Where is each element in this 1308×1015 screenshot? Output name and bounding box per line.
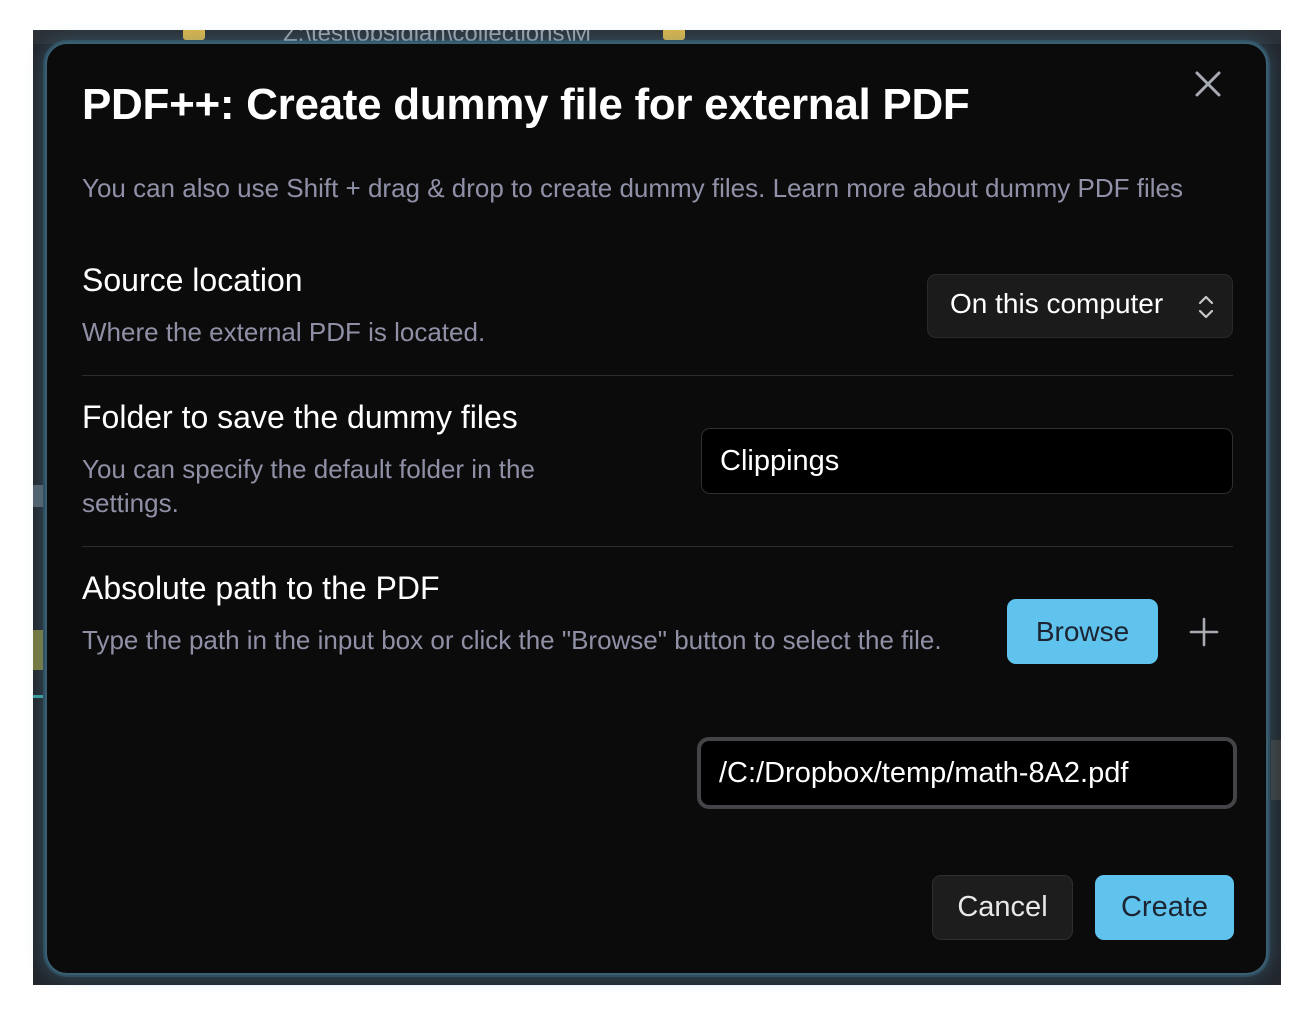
absolute-path-description: Type the path in the input box or click … (82, 625, 942, 655)
absolute-path-name: Absolute path to the PDF (82, 570, 440, 606)
plus-icon (1189, 617, 1219, 647)
create-button[interactable]: Create (1095, 875, 1234, 940)
close-button[interactable] (1190, 66, 1226, 102)
pdf-path-input[interactable] (697, 737, 1237, 809)
chevron-up-down-icon (1198, 295, 1214, 319)
add-path-button[interactable] (1187, 615, 1221, 649)
source-location-dropdown[interactable]: On this computer (927, 274, 1233, 338)
source-location-description: Where the external PDF is located. (82, 317, 486, 347)
background-mark (33, 485, 43, 507)
folder-input[interactable] (701, 428, 1233, 494)
folder-icon (663, 30, 685, 40)
create-dummy-file-modal: PDF++: Create dummy file for external PD… (45, 42, 1268, 975)
folder-icon (183, 30, 205, 40)
folder-setting-name: Folder to save the dummy files (82, 399, 518, 435)
folder-setting-description: You can specify the default folder in th… (82, 454, 535, 518)
cancel-button[interactable]: Cancel (932, 875, 1073, 940)
modal-title: PDF++: Create dummy file for external PD… (82, 80, 970, 129)
close-icon (1195, 71, 1221, 97)
modal-description: You can also use Shift + drag & drop to … (82, 173, 1183, 203)
setting-divider (82, 375, 1233, 376)
background-mark (33, 695, 43, 698)
source-location-selected: On this computer (950, 288, 1164, 319)
source-location-name: Source location (82, 262, 303, 298)
setting-divider (82, 546, 1233, 547)
background-mark (33, 630, 43, 670)
background-mark (1271, 740, 1281, 800)
browse-button[interactable]: Browse (1007, 599, 1158, 664)
